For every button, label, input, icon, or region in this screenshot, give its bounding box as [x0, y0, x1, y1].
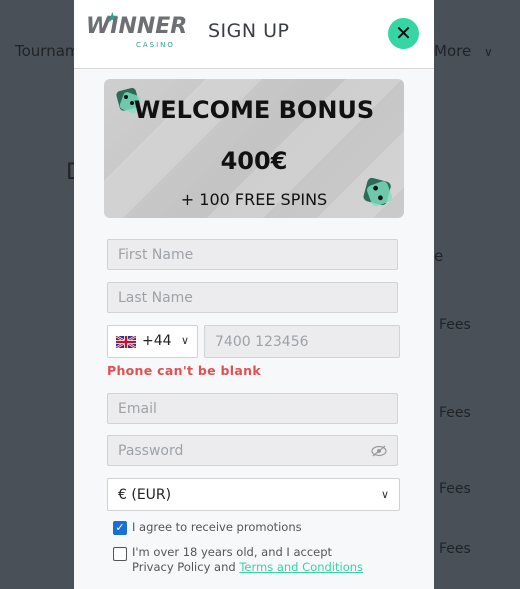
age-terms-prefix: Privacy Policy and [132, 560, 240, 574]
nav-tournaments: Tournam [15, 42, 80, 60]
promotions-checkbox[interactable]: ✓ [113, 521, 127, 535]
backdrop-letter: e [434, 247, 444, 265]
eye-icon[interactable] [371, 444, 387, 458]
terms-link[interactable]: Terms and Conditions [239, 560, 363, 574]
age-terms-line1: I'm over 18 years old, and I accept [132, 545, 333, 559]
logo-word: WINNER [86, 14, 188, 39]
welcome-bonus-banner: WELCOME BONUS 400€ + 100 FREE SPINS [104, 79, 404, 218]
last-name-input[interactable]: Last Name [107, 282, 398, 313]
age-terms-line2: Privacy Policy and Terms and Conditions [132, 560, 363, 575]
age-terms-checkbox[interactable] [113, 547, 127, 561]
password-placeholder: Password [118, 443, 184, 459]
chevron-down-icon: ∨ [483, 45, 493, 59]
age-terms-label: I'm over 18 years old, and I accept Priv… [132, 545, 363, 575]
promotions-label: I agree to receive promotions [132, 520, 302, 534]
logo-sub: CASINO [136, 41, 175, 49]
signup-modal: ★ WINNER CASINO SIGN UP ✕ WELCOME BONUS [74, 0, 434, 589]
first-name-input[interactable]: First Name [107, 239, 398, 270]
nav-more: More ∨ [434, 42, 493, 60]
chevron-down-icon: ∨ [380, 488, 389, 501]
currency-select[interactable]: € (EUR) ∨ [107, 478, 400, 511]
phone-code-value: +44 [142, 333, 172, 349]
uk-flag-icon [116, 336, 136, 348]
banner-amount: 400€ [220, 147, 288, 175]
nav-more-label: More [434, 42, 472, 60]
modal-title: SIGN UP [208, 20, 290, 42]
close-icon: ✕ [395, 21, 412, 45]
backdrop-fees-3: Fees [439, 481, 471, 497]
banner-title: WELCOME BONUS [133, 96, 375, 124]
currency-value: € (EUR) [118, 487, 172, 503]
modal-body: WELCOME BONUS 400€ + 100 FREE SPINS Firs… [74, 69, 434, 589]
email-input[interactable]: Email [107, 393, 398, 424]
banner-spins: + 100 FREE SPINS [180, 190, 328, 209]
phone-number-input[interactable]: 7400 123456 [204, 325, 400, 358]
close-button[interactable]: ✕ [388, 18, 419, 49]
phone-error-message: Phone can't be blank [107, 363, 261, 378]
winner-casino-logo: ★ WINNER CASINO [84, 10, 187, 54]
chevron-down-icon: ∨ [181, 334, 190, 347]
password-input[interactable]: Password [107, 435, 398, 466]
backdrop-fees-1: Fees [439, 317, 471, 333]
modal-header: ★ WINNER CASINO SIGN UP ✕ [74, 0, 434, 69]
phone-country-select[interactable]: +44 ∨ [107, 325, 198, 358]
backdrop-fees-4: Fees [439, 541, 471, 557]
backdrop-fees-2: Fees [439, 405, 471, 421]
